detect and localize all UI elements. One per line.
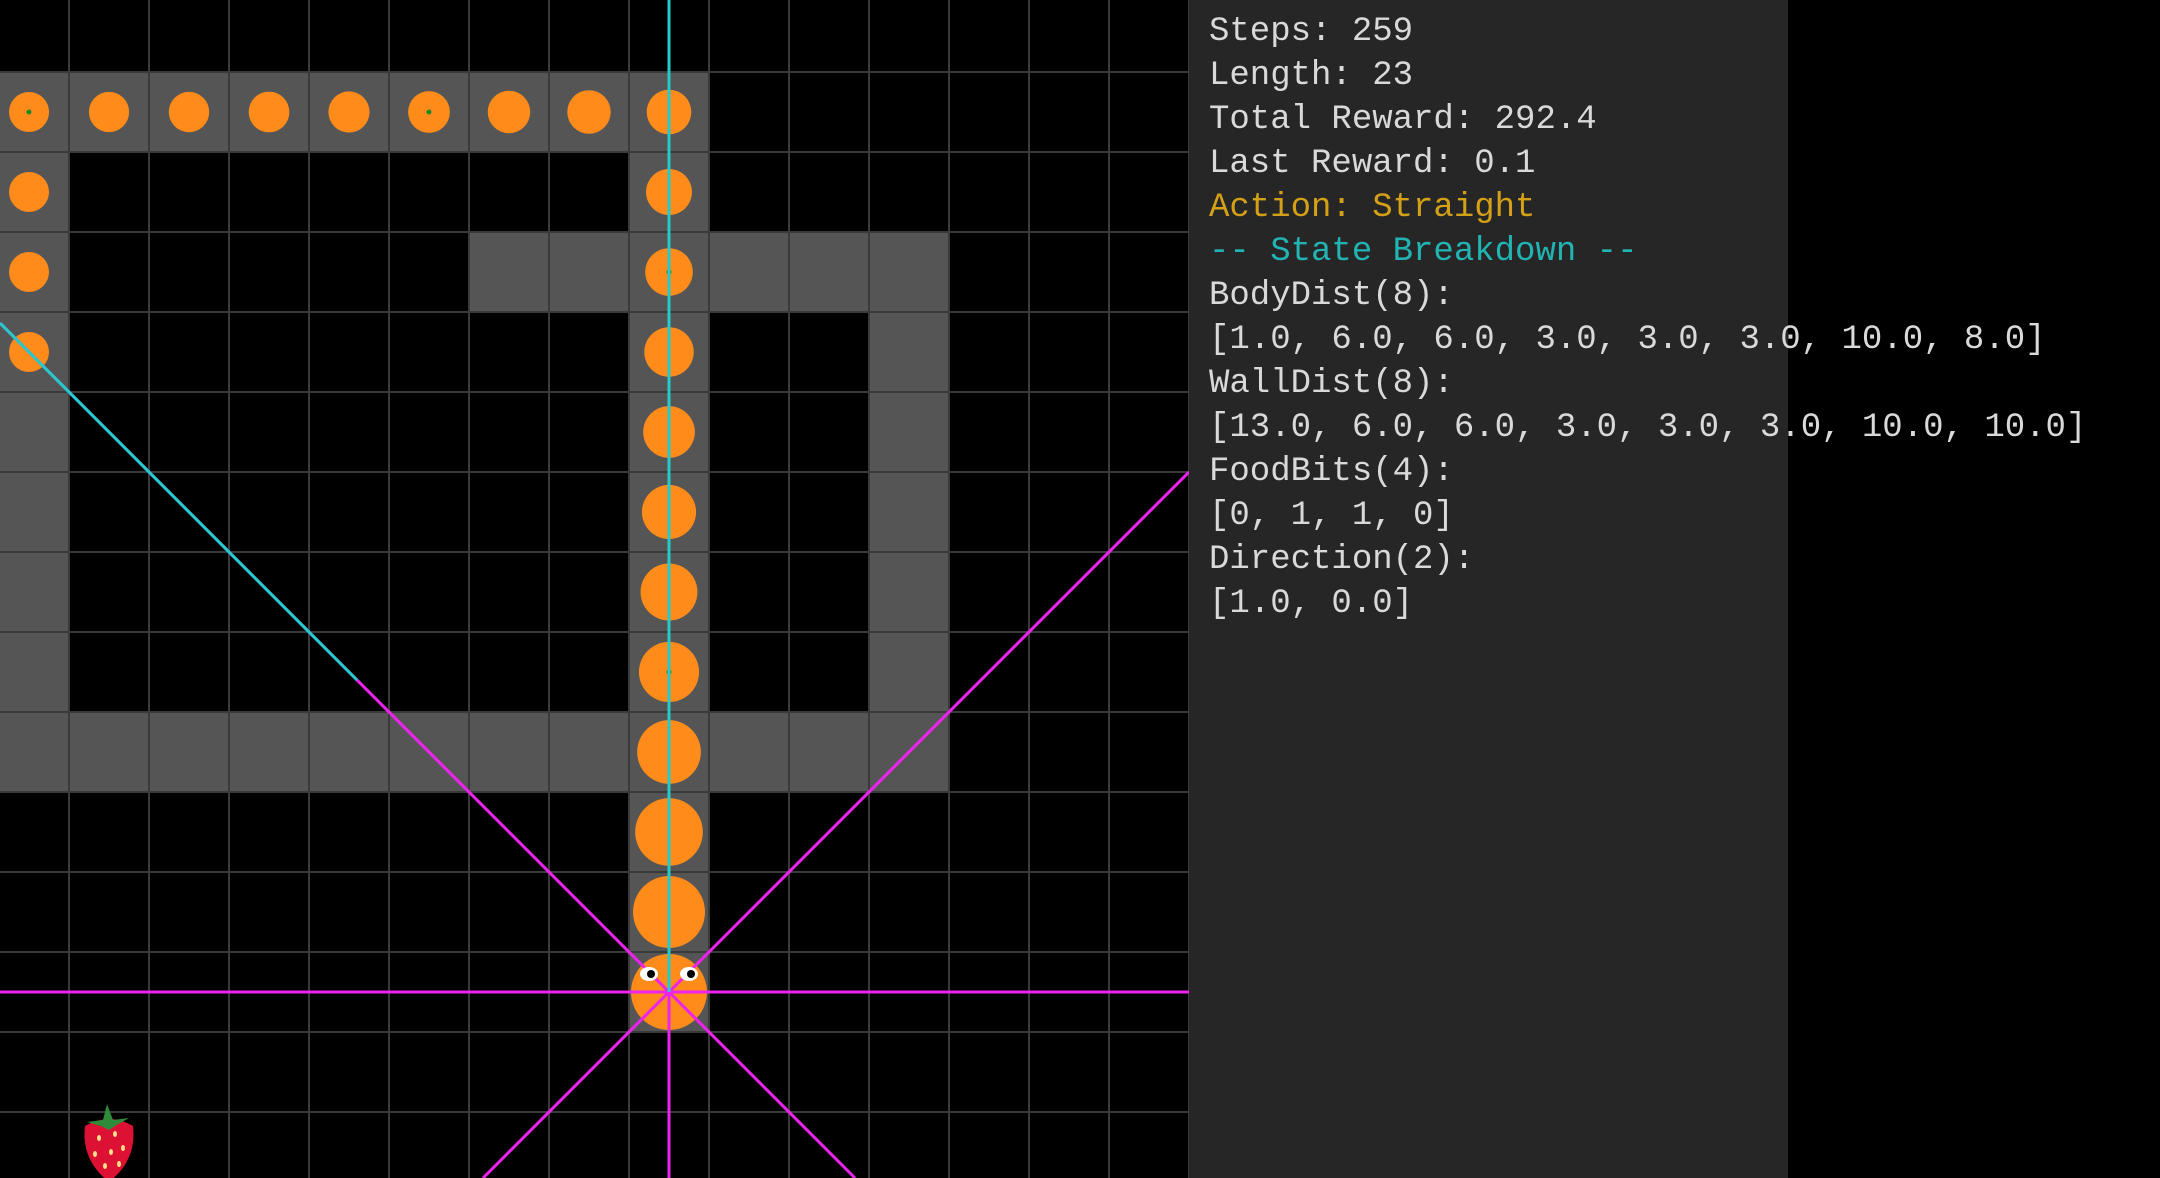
- hud-bodydist-values: [1.0, 6.0, 6.0, 3.0, 3.0, 3.0, 10.0, 8.0…: [1209, 321, 2046, 359]
- strawberry-seed: [103, 1163, 107, 1169]
- hud-walldist-values: [13.0, 6.0, 6.0, 3.0, 3.0, 3.0, 10.0, 10…: [1209, 409, 2087, 447]
- wall-tile: [709, 232, 789, 312]
- hud-total-reward: Total Reward: 292.4: [1209, 101, 1597, 139]
- segment-marker: [26, 109, 32, 115]
- wall-tile: [0, 712, 69, 792]
- snake-body-segment: [8, 171, 50, 213]
- strawberry-seed: [113, 1131, 117, 1137]
- wall-tile: [869, 552, 949, 632]
- wall-tile: [309, 712, 389, 792]
- hud-direction-label: Direction(2):: [1209, 541, 1475, 579]
- wall-tile: [469, 232, 549, 312]
- wall-tile: [0, 392, 69, 472]
- wall-tile: [549, 232, 629, 312]
- snake-pupil: [687, 970, 695, 978]
- segment-marker: [426, 109, 432, 115]
- wall-tile: [549, 712, 629, 792]
- hud-text: Steps: 259 Length: 23 Total Reward: 292.4 L…: [1209, 10, 2086, 626]
- snake-pupil: [647, 970, 655, 978]
- wall-tile: [869, 312, 949, 392]
- wall-tile: [869, 632, 949, 712]
- wall-tile: [0, 552, 69, 632]
- hud-length: Length: 23: [1209, 57, 1414, 95]
- strawberry-seed: [93, 1151, 97, 1157]
- strawberry-seed: [97, 1135, 101, 1141]
- snake-body-segment: [248, 91, 290, 133]
- wall-sensor-ray: [481, 990, 671, 1178]
- wall-tile: [709, 712, 789, 792]
- hud-walldist-label: WallDist(8):: [1209, 365, 1454, 403]
- wall-tile: [789, 232, 869, 312]
- wall-tile: [69, 712, 149, 792]
- hud-state-header: -- State Breakdown --: [1209, 233, 1638, 271]
- snake-body-segment: [8, 251, 50, 293]
- snake-body-segment: [328, 91, 370, 133]
- wall-tile: [0, 632, 69, 712]
- wall-tile: [149, 712, 229, 792]
- wall-tile: [789, 712, 869, 792]
- snake-body-segment: [567, 90, 611, 134]
- wall-tile: [469, 712, 549, 792]
- wall-tile: [869, 232, 949, 312]
- wall-tile: [869, 472, 949, 552]
- hud-foodbits-values: [0, 1, 1, 0]: [1209, 497, 1454, 535]
- board-svg: [0, 0, 1189, 1178]
- strawberry-seed: [109, 1149, 113, 1155]
- hud-last-reward: Last Reward: 0.1: [1209, 145, 1536, 183]
- hud-action: Action: Straight: [1209, 189, 1536, 227]
- wall-tile: [869, 392, 949, 472]
- hud-bodydist-label: BodyDist(8):: [1209, 277, 1454, 315]
- snake-body-segment: [88, 91, 130, 133]
- hud-direction-values: [1.0, 0.0]: [1209, 585, 1414, 623]
- wall-tile: [0, 472, 69, 552]
- snake-body-segment: [487, 90, 531, 134]
- game-board: [0, 0, 1189, 1178]
- snake-body-segment: [168, 91, 210, 133]
- strawberry-seed: [117, 1161, 121, 1167]
- hud-steps: Steps: 259: [1209, 13, 1414, 51]
- wall-tile: [229, 712, 309, 792]
- wall-sensor-ray: [667, 990, 857, 1178]
- hud-foodbits-label: FoodBits(4):: [1209, 453, 1454, 491]
- strawberry-seed: [121, 1145, 125, 1151]
